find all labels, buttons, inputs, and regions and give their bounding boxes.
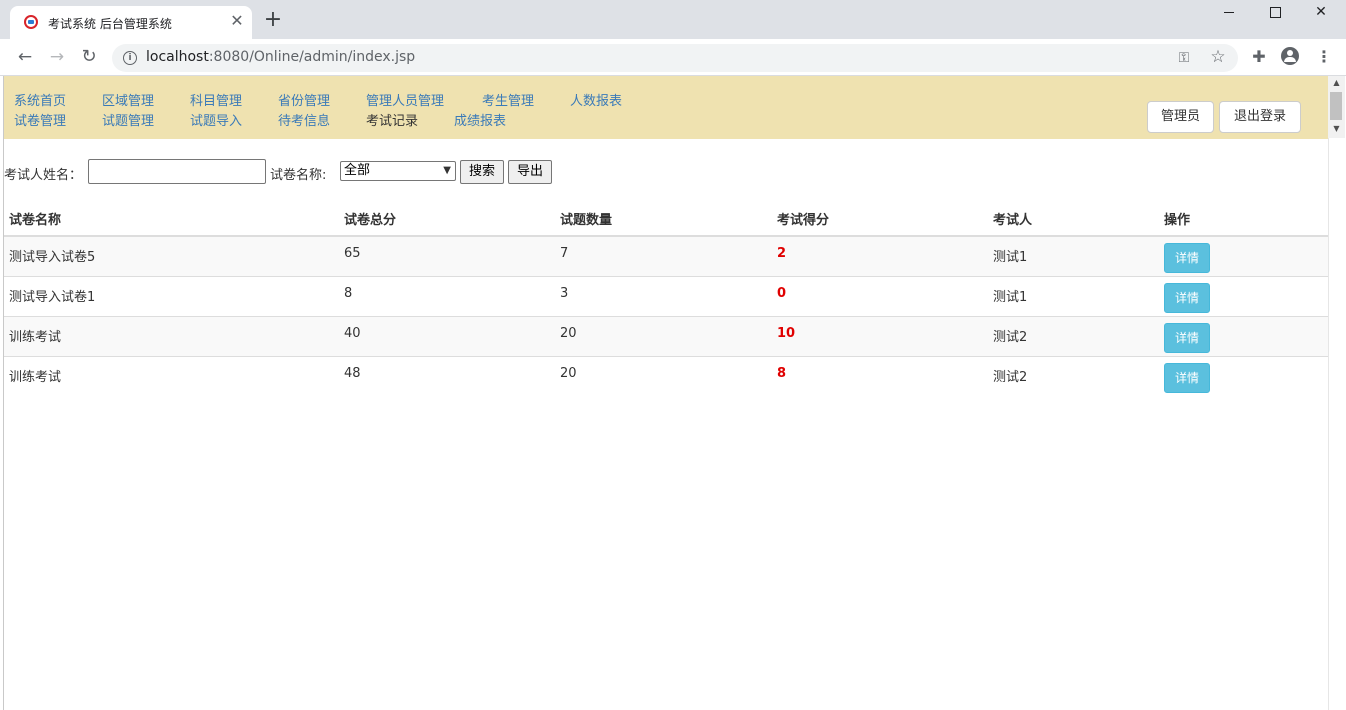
tab-title: 考试系统 后台管理系统 xyxy=(48,17,172,31)
star-icon[interactable]: ☆ xyxy=(1209,48,1227,66)
new-tab-icon[interactable]: + xyxy=(263,9,283,31)
table-row: 训练考试 40 20 10 测试2 详情 xyxy=(4,315,1328,356)
site-favicon-icon xyxy=(24,15,38,29)
search-button[interactable]: 搜索 xyxy=(460,160,504,184)
profile-icon[interactable] xyxy=(1281,47,1299,65)
nav-link-staff[interactable]: 管理人员管理 xyxy=(366,90,444,109)
cell-action: 详情 xyxy=(1159,315,1328,356)
nav-link-score-report[interactable]: 成绩报表 xyxy=(454,110,506,129)
cell-count: 20 xyxy=(555,355,772,396)
cell-examinee: 测试2 xyxy=(988,355,1159,396)
browser-tab[interactable]: 考试系统 后台管理系统 ✕ xyxy=(10,6,252,39)
cell-total: 40 xyxy=(339,315,555,356)
nav-link-region[interactable]: 区域管理 xyxy=(102,90,154,109)
cell-count: 3 xyxy=(555,275,772,316)
nav-link-paper[interactable]: 试卷管理 xyxy=(14,110,66,129)
browser-toolbar: ← → ↻ i localhost:8080/Online/admin/inde… xyxy=(0,39,1346,76)
back-arrow-icon[interactable]: ← xyxy=(15,47,35,67)
nav-link-subject[interactable]: 科目管理 xyxy=(190,90,242,109)
reload-icon[interactable]: ↻ xyxy=(79,47,99,67)
cell-count: 20 xyxy=(555,315,772,356)
top-navigation: 系统首页 区域管理 科目管理 省份管理 管理人员管理 考生管理 人数报表 试卷管… xyxy=(4,76,1328,139)
window-minimize-icon[interactable] xyxy=(1206,0,1252,26)
search-form: 考试人姓名： 试卷名称: 全部 ▼ 搜索 导出 xyxy=(4,159,604,185)
col-header-paper: 试卷名称 xyxy=(4,202,339,237)
paper-name-select[interactable]: 全部 ▼ xyxy=(340,161,456,181)
window-maximize-icon[interactable] xyxy=(1252,0,1298,26)
cell-score: 2 xyxy=(772,235,988,276)
url-path: :8080/Online/admin/index.jsp xyxy=(208,49,416,65)
info-icon[interactable]: i xyxy=(123,51,137,65)
cell-action: 详情 xyxy=(1159,235,1328,276)
nav-link-question[interactable]: 试题管理 xyxy=(102,110,154,129)
address-bar[interactable]: i localhost:8080/Online/admin/index.jsp … xyxy=(112,44,1238,72)
url-host: localhost xyxy=(146,49,209,65)
cell-examinee: 测试1 xyxy=(988,275,1159,316)
table-row: 训练考试 48 20 8 测试2 详情 xyxy=(4,355,1328,396)
col-header-total: 试卷总分 xyxy=(339,202,555,237)
logout-button[interactable]: 退出登录 xyxy=(1219,101,1301,133)
nav-link-count-report[interactable]: 人数报表 xyxy=(570,90,622,109)
kebab-menu-icon[interactable]: ⋮ xyxy=(1314,47,1334,67)
cell-paper: 训练考试 xyxy=(4,355,339,396)
detail-button[interactable]: 详情 xyxy=(1164,243,1210,273)
cell-score: 0 xyxy=(772,275,988,316)
col-header-score: 考试得分 xyxy=(772,202,988,237)
page-scrollbar[interactable]: ▲ ▼ xyxy=(1328,76,1345,710)
cell-count: 7 xyxy=(555,235,772,276)
scroll-down-arrow-icon[interactable]: ▼ xyxy=(1328,122,1345,136)
admin-button[interactable]: 管理员 xyxy=(1147,101,1214,133)
table-row: 测试导入试卷1 8 3 0 测试1 详情 xyxy=(4,275,1328,316)
cell-score: 10 xyxy=(772,315,988,356)
tab-close-icon[interactable]: ✕ xyxy=(229,13,245,29)
paper-select-value: 全部 xyxy=(344,163,371,178)
cell-action: 详情 xyxy=(1159,275,1328,316)
nav-link-home[interactable]: 系统首页 xyxy=(14,90,66,109)
cell-paper: 测试导入试卷5 xyxy=(4,235,339,276)
table-header-row: 试卷名称 试卷总分 试题数量 考试得分 考试人 操作 xyxy=(4,202,1328,237)
examinee-name-input[interactable] xyxy=(88,159,266,184)
detail-button[interactable]: 详情 xyxy=(1164,362,1210,393)
scroll-track xyxy=(1328,138,1345,710)
export-button[interactable]: 导出 xyxy=(508,160,552,184)
paper-name-label: 试卷名称: xyxy=(270,168,327,183)
col-header-action: 操作 xyxy=(1159,202,1328,237)
exam-records-table: 试卷名称 试卷总分 试题数量 考试得分 考试人 操作 测试导入试卷5 65 7 … xyxy=(4,202,1328,396)
scroll-up-arrow-icon[interactable]: ▲ xyxy=(1328,76,1345,90)
cell-total: 48 xyxy=(339,355,555,396)
cell-paper: 训练考试 xyxy=(4,315,339,356)
nav-link-exam-records[interactable]: 考试记录 xyxy=(366,110,418,129)
nav-link-pending[interactable]: 待考信息 xyxy=(278,110,330,129)
chevron-down-icon: ▼ xyxy=(443,165,451,176)
nav-link-examinee[interactable]: 考生管理 xyxy=(482,90,534,109)
url-text[interactable]: localhost:8080/Online/admin/index.jsp xyxy=(146,49,415,65)
browser-titlebar: 考试系统 后台管理系统 ✕ + ✕ xyxy=(0,0,1346,39)
examinee-name-label: 考试人姓名： xyxy=(4,168,83,183)
cell-score: 8 xyxy=(772,355,988,396)
nav-link-import[interactable]: 试题导入 xyxy=(190,110,242,129)
cell-examinee: 测试2 xyxy=(988,315,1159,356)
page-viewport: 系统首页 区域管理 科目管理 省份管理 管理人员管理 考生管理 人数报表 试卷管… xyxy=(4,76,1328,710)
nav-link-province[interactable]: 省份管理 xyxy=(278,90,330,109)
cell-total: 65 xyxy=(339,235,555,276)
cell-paper: 测试导入试卷1 xyxy=(4,275,339,316)
table-row: 测试导入试卷5 65 7 2 测试1 详情 xyxy=(4,235,1328,276)
detail-button[interactable]: 详情 xyxy=(1164,282,1210,313)
detail-button[interactable]: 详情 xyxy=(1164,322,1210,353)
cell-total: 8 xyxy=(339,275,555,316)
scroll-thumb[interactable] xyxy=(1330,92,1342,120)
puzzle-icon[interactable]: ✚ xyxy=(1249,47,1269,67)
col-header-count: 试题数量 xyxy=(555,202,772,237)
key-icon[interactable]: ⚿ xyxy=(1175,49,1193,67)
forward-arrow-icon[interactable]: → xyxy=(47,47,67,67)
col-header-examinee: 考试人 xyxy=(988,202,1159,237)
window-close-icon[interactable]: ✕ xyxy=(1298,0,1344,26)
cell-action: 详情 xyxy=(1159,355,1328,396)
cell-examinee: 测试1 xyxy=(988,235,1159,276)
